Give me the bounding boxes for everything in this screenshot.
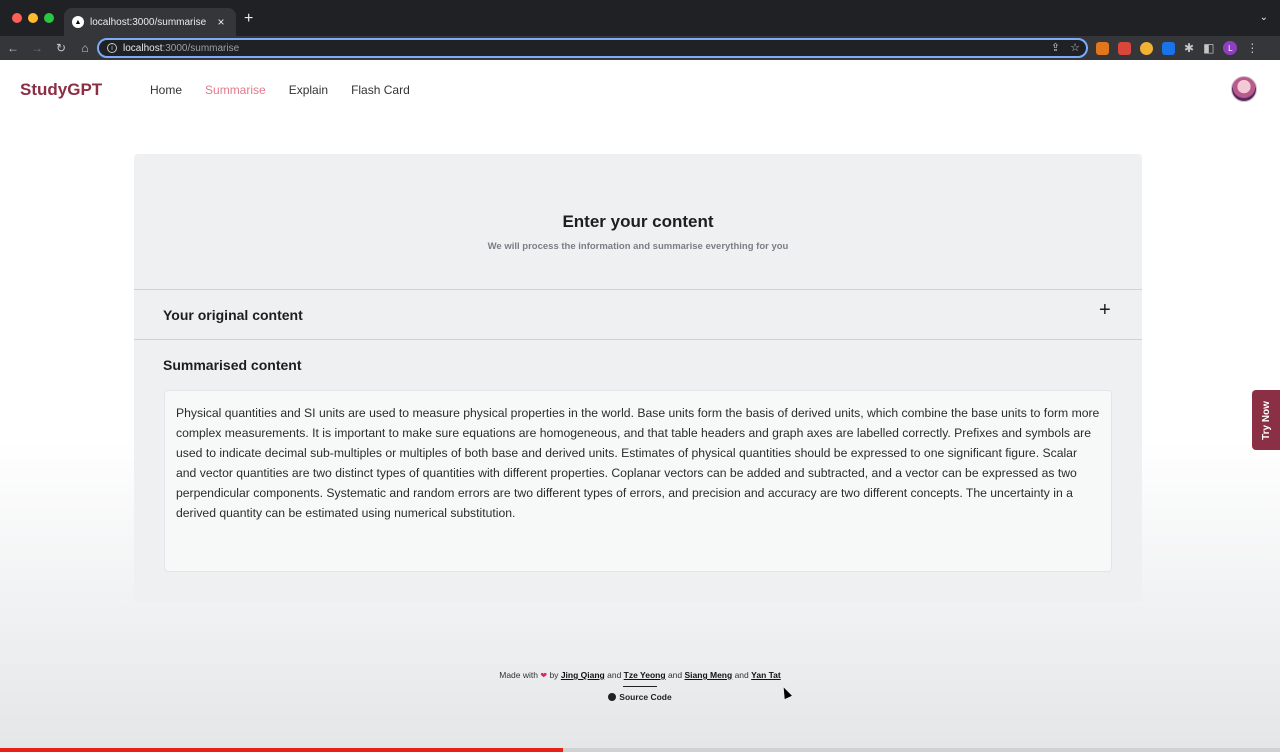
- and-text: and: [667, 670, 683, 680]
- site-info-icon[interactable]: i: [107, 43, 117, 53]
- url-path: :3000/summarise: [162, 42, 240, 54]
- try-now-label: Try Now: [1260, 400, 1272, 440]
- divider: [134, 339, 1142, 340]
- author-link-tze-yeong[interactable]: Tze Yeong: [624, 670, 666, 680]
- summarised-content-header: Summarised content: [163, 357, 302, 373]
- and-text: and: [607, 670, 622, 680]
- metamask-extension-icon[interactable]: [1096, 41, 1109, 55]
- original-content-header[interactable]: Your original content: [163, 307, 303, 323]
- back-arrow-icon[interactable]: ←: [2, 41, 24, 55]
- browser-toolbar: ← → ↻ ⌂ i localhost :3000/summarise ⇪ ☆ …: [0, 36, 1280, 60]
- github-icon: [608, 693, 617, 701]
- home-icon[interactable]: ⌂: [74, 41, 96, 55]
- tab-search-chevron-icon[interactable]: ⌄: [1260, 12, 1268, 23]
- profile-avatar[interactable]: L: [1223, 41, 1238, 55]
- source-code-link[interactable]: Source Code: [608, 692, 672, 702]
- card-subtitle: We will process the information and summ…: [487, 241, 789, 252]
- chrome-menu-icon[interactable]: ⋮: [1246, 41, 1258, 55]
- url-host: localhost: [123, 42, 163, 54]
- summary-output[interactable]: Physical quantities and SI units are use…: [164, 390, 1112, 572]
- credits-line: Made with ❤ by Jing Qiang and Tze Yeong …: [0, 670, 1280, 680]
- extensions-bar: ✱ ◧ L ⋮: [1096, 41, 1258, 55]
- bookmark-star-icon[interactable]: ☆: [1070, 41, 1080, 54]
- footer: Made with ❤ by Jing Qiang and Tze Yeong …: [0, 670, 1280, 706]
- footer-divider: [623, 686, 657, 687]
- navbar: StudyGPT Home Summarise Explain Flash Ca…: [0, 60, 1280, 120]
- share-icon[interactable]: ⇪: [1051, 41, 1060, 54]
- red-extension-icon[interactable]: [1118, 41, 1131, 55]
- new-tab-icon[interactable]: +: [244, 10, 253, 28]
- video-progress-played: [0, 748, 564, 752]
- nav-link-flash-card[interactable]: Flash Card: [351, 83, 410, 97]
- blue-extension-icon[interactable]: [1162, 41, 1175, 55]
- source-code-label: Source Code: [619, 692, 672, 702]
- forward-arrow-icon[interactable]: →: [26, 41, 48, 55]
- page: StudyGPT Home Summarise Explain Flash Ca…: [0, 60, 1280, 748]
- divider: [134, 289, 1142, 290]
- summary-text: Physical quantities and SI units are use…: [176, 406, 1100, 520]
- extensions-puzzle-icon[interactable]: ✱: [1184, 41, 1194, 55]
- and-text: and: [734, 670, 749, 680]
- address-bar[interactable]: i localhost :3000/summarise ⇪ ☆: [97, 38, 1088, 58]
- card-title: Enter your content: [562, 212, 714, 231]
- author-link-siang-meng[interactable]: Siang Meng: [685, 670, 733, 680]
- video-progress-bar[interactable]: [0, 748, 1280, 752]
- made-with-text: Made with: [499, 670, 538, 680]
- summarise-card: Enter your content We will process the i…: [134, 154, 1142, 602]
- tab-title: localhost:3000/summarise: [90, 16, 207, 28]
- nav-link-summarise[interactable]: Summarise: [205, 83, 266, 97]
- heart-icon: ❤: [540, 671, 548, 680]
- brand-logo[interactable]: StudyGPT: [20, 80, 102, 100]
- browser-tabstrip: ▲ localhost:3000/summarise × + ⌄: [0, 0, 1280, 36]
- author-link-yan-tat[interactable]: Yan Tat: [751, 670, 781, 680]
- nav-link-explain[interactable]: Explain: [289, 83, 328, 97]
- window-zoom-button[interactable]: [44, 13, 54, 23]
- yellow-extension-icon[interactable]: [1140, 41, 1153, 55]
- reload-icon[interactable]: ↻: [50, 41, 72, 55]
- plus-icon[interactable]: +: [1099, 300, 1111, 320]
- window-close-button[interactable]: [12, 13, 22, 23]
- browser-tab[interactable]: ▲ localhost:3000/summarise ×: [64, 8, 236, 36]
- tab-close-icon[interactable]: ×: [214, 15, 228, 29]
- author-link-jing-qiang[interactable]: Jing Qiang: [561, 670, 605, 680]
- side-panel-icon[interactable]: ◧: [1203, 41, 1214, 55]
- nav-link-home[interactable]: Home: [150, 83, 182, 97]
- try-now-tab[interactable]: Try Now: [1252, 390, 1280, 450]
- user-avatar[interactable]: [1231, 76, 1257, 102]
- by-text: by: [549, 670, 559, 680]
- nav-links: Home Summarise Explain Flash Card: [150, 83, 410, 97]
- window-minimize-button[interactable]: [28, 13, 38, 23]
- vercel-favicon-icon: ▲: [72, 16, 84, 28]
